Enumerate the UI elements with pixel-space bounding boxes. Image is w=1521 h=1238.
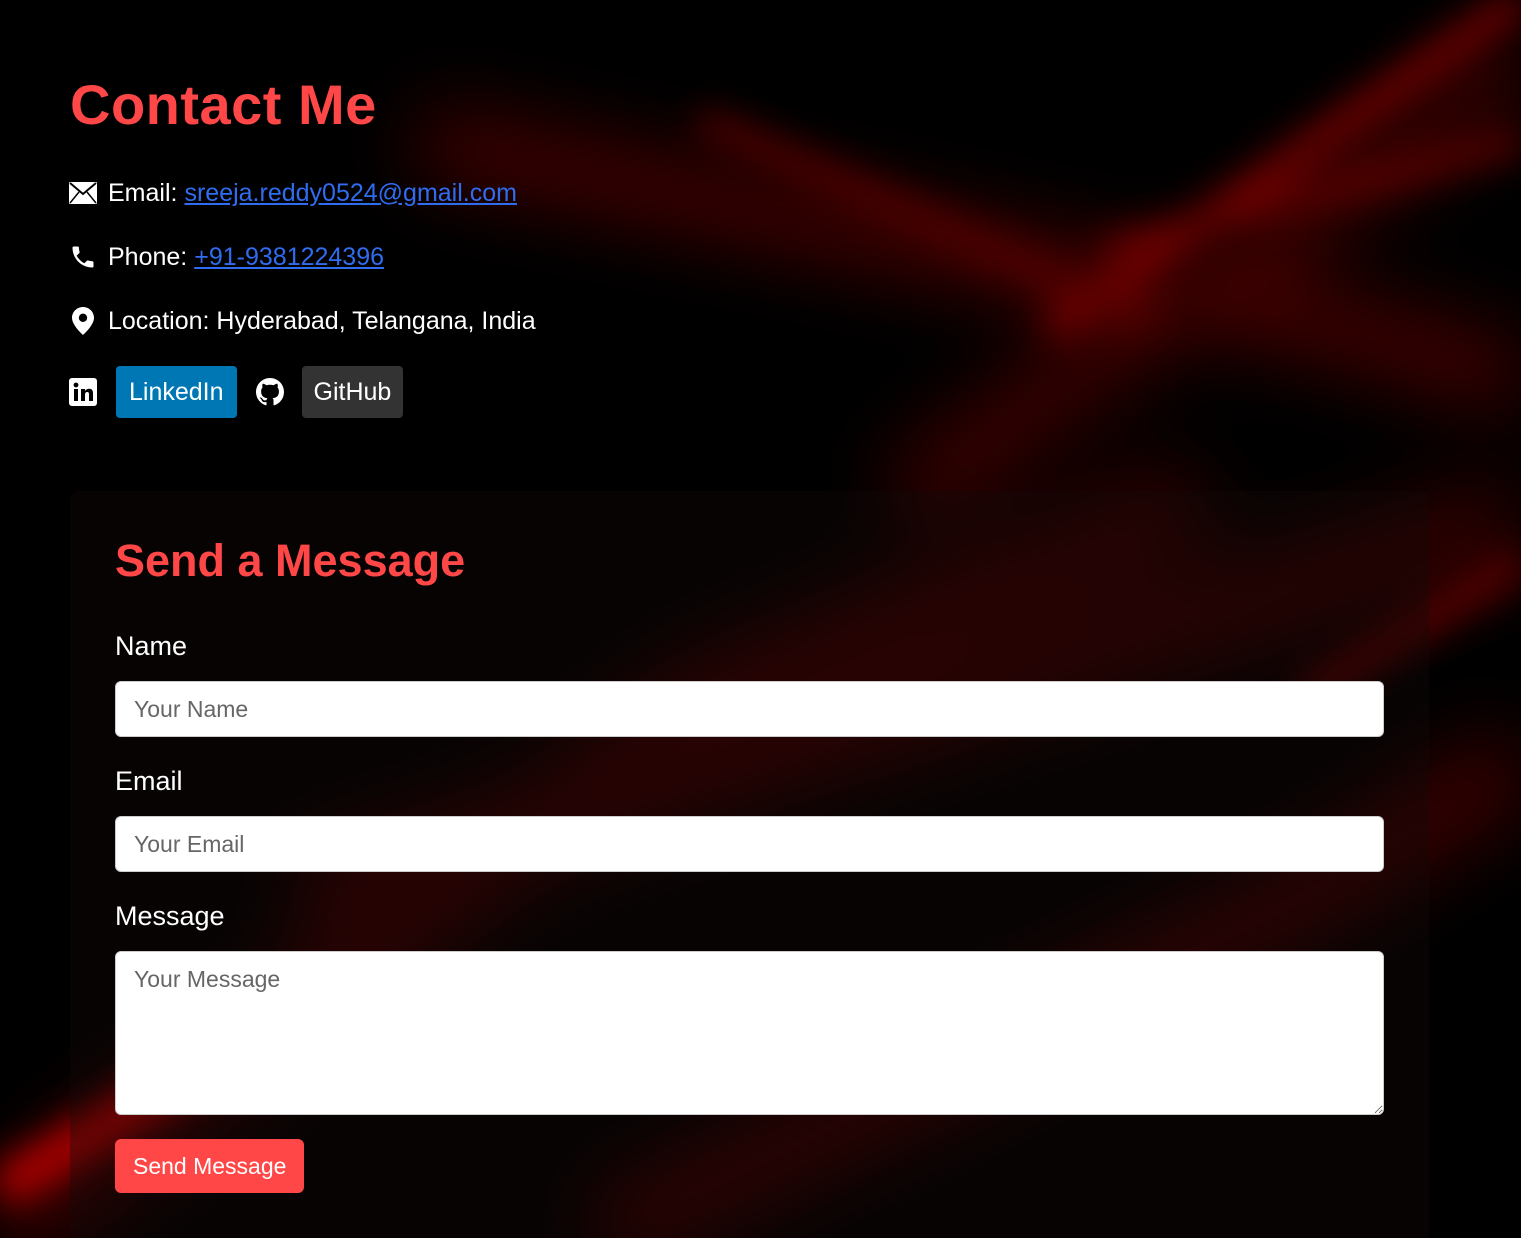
- email-field-label: Email: [115, 766, 183, 796]
- location-pin-icon: [68, 306, 98, 336]
- phone-label: Phone:: [108, 242, 188, 271]
- github-icon: [255, 377, 285, 407]
- message-textarea[interactable]: [115, 951, 1384, 1115]
- page-title: Contact Me: [70, 73, 377, 136]
- phone-row: Phone: +91-9381224396: [68, 242, 384, 272]
- name-input[interactable]: [115, 681, 1384, 737]
- message-form-card: Send a Message Name Email Message Send M…: [70, 491, 1429, 1238]
- phone-link[interactable]: +91-9381224396: [194, 243, 384, 272]
- linkedin-icon: [68, 377, 98, 407]
- message-label: Message: [115, 901, 225, 931]
- location-row: Location: Hyderabad, Telangana, India: [68, 306, 536, 336]
- email-input[interactable]: [115, 816, 1384, 872]
- form-title: Send a Message: [115, 535, 466, 586]
- email-row: Email: sreeja.reddy0524@gmail.com: [68, 178, 517, 208]
- github-button[interactable]: GitHub: [301, 366, 404, 418]
- email-label: Email:: [108, 178, 178, 207]
- phone-icon: [68, 242, 98, 272]
- location-text: Location: Hyderabad, Telangana, India: [108, 306, 536, 335]
- envelope-icon: [68, 178, 98, 208]
- name-label: Name: [115, 631, 188, 661]
- linkedin-button[interactable]: LinkedIn: [116, 366, 237, 418]
- email-link[interactable]: sreeja.reddy0524@gmail.com: [184, 179, 516, 208]
- contact-page: Contact Me Email: sreeja.reddy0524@gmail…: [0, 0, 1521, 1238]
- social-links: LinkedIn GitHub: [68, 366, 404, 418]
- send-message-button[interactable]: Send Message: [115, 1139, 305, 1193]
